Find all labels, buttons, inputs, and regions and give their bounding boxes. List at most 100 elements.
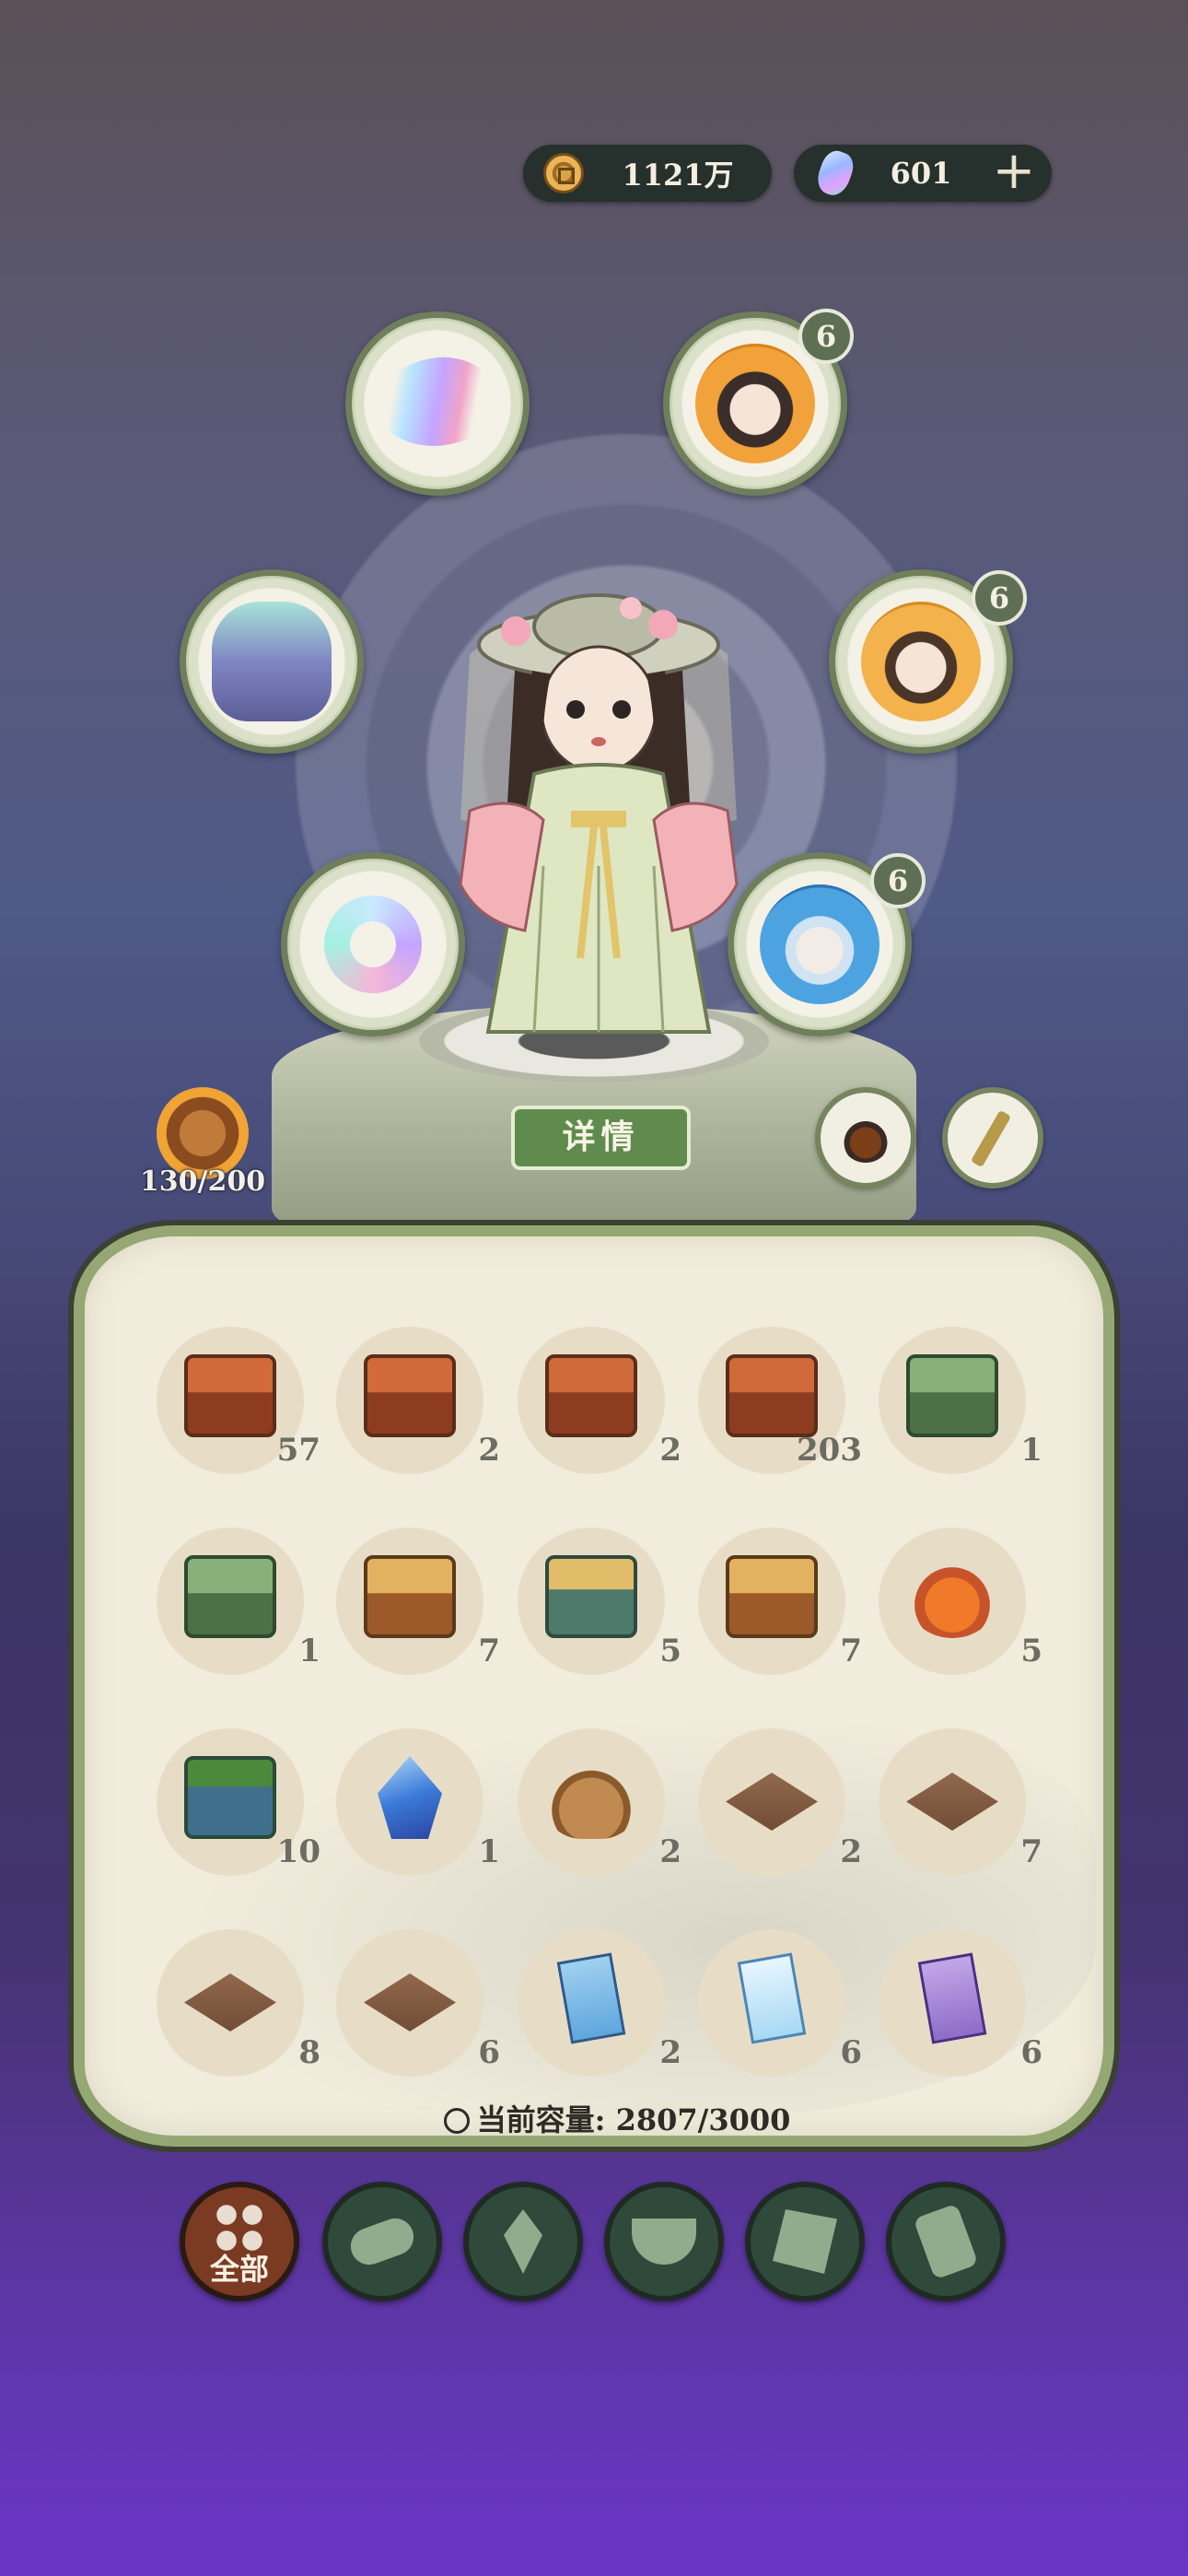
- brown-treasure-chest-icon: [364, 1555, 456, 1638]
- companion-portrait-icon: [861, 602, 981, 721]
- item-count: 2: [659, 2034, 681, 2071]
- capacity-indicator: 当前容量: 2807/3000: [442, 2097, 792, 2139]
- blade-icon: [361, 330, 514, 477]
- item-count: 6: [840, 2034, 862, 2071]
- capacity-label: 当前容量:: [476, 2102, 606, 2137]
- inventory-item[interactable]: 7: [336, 1528, 500, 1675]
- add-gems-button[interactable]: +: [991, 146, 1037, 197]
- item-count: 6: [1020, 2034, 1042, 2071]
- item-count: 7: [478, 1633, 500, 1669]
- blue-scroll-icon: [556, 1952, 626, 2044]
- green-treasure-chest-icon: [906, 1354, 998, 1437]
- rice-bowl-icon: [632, 2219, 696, 2265]
- inventory-item[interactable]: 7: [879, 1728, 1042, 1876]
- inventory-item[interactable]: 6: [698, 1929, 862, 2077]
- tab-all[interactable]: 全部: [180, 2182, 299, 2301]
- item-count: 2: [659, 1833, 681, 1870]
- capacity-icon: [443, 2108, 470, 2134]
- red-treasure-chest-icon: [364, 1354, 456, 1437]
- inventory-item[interactable]: 1: [157, 1528, 320, 1675]
- item-count: 1: [478, 1833, 500, 1870]
- companion-3-level-badge: 6: [870, 853, 926, 908]
- gem-amount: 601: [890, 156, 952, 191]
- inventory-item[interactable]: 1: [336, 1728, 500, 1876]
- green-treasure-chest-icon: [184, 1555, 276, 1638]
- tab-food[interactable]: [604, 2182, 724, 2301]
- red-treasure-chest-icon: [184, 1354, 276, 1437]
- inventory-item[interactable]: 6: [336, 1929, 500, 2077]
- item-count: 2: [478, 1432, 500, 1469]
- item-count: 7: [1020, 1833, 1042, 1870]
- inventory-item[interactable]: 6: [879, 1929, 1042, 2077]
- wooden-plate-icon: [364, 1973, 456, 2032]
- coin-icon: [543, 153, 584, 193]
- blue-crystal-icon: [378, 1756, 442, 1839]
- item-count: 10: [276, 1833, 320, 1870]
- item-count: 5: [659, 1633, 681, 1669]
- tab-all-label: 全部: [209, 2252, 269, 2287]
- purple-scroll-icon: [917, 1952, 987, 2044]
- tab-maps[interactable]: [745, 2182, 865, 2301]
- inventory-item[interactable]: 203: [698, 1327, 862, 1474]
- inventory-item[interactable]: 2: [518, 1929, 681, 2077]
- companion-slot-2[interactable]: 6: [829, 569, 1027, 754]
- red-treasure-chest-icon: [545, 1354, 637, 1437]
- armor-icon: [212, 602, 332, 721]
- item-count: 7: [840, 1633, 862, 1669]
- leaf-icon: [504, 2209, 542, 2274]
- bamboo-icon: [970, 1109, 1012, 1168]
- scroll-icon: [913, 2203, 979, 2280]
- inventory-item[interactable]: 57: [157, 1327, 320, 1474]
- log-icon: [345, 2213, 419, 2270]
- tab-herbs[interactable]: [463, 2182, 583, 2301]
- inventory-item[interactable]: 2: [518, 1327, 681, 1474]
- item-count: 2: [659, 1432, 681, 1469]
- inventory-item[interactable]: 8: [157, 1929, 320, 2077]
- chestnut-bowl-icon: [841, 1113, 891, 1163]
- companion-portrait-icon: [760, 884, 879, 1004]
- ring-icon: [324, 896, 422, 993]
- wooden-plate-icon: [184, 1973, 276, 2032]
- brown-treasure-chest-icon: [726, 1555, 818, 1638]
- inventory-item[interactable]: 10: [157, 1728, 320, 1876]
- item-count: 203: [797, 1432, 862, 1469]
- companion-portrait-icon: [695, 344, 815, 463]
- stamina-value: 130/200: [139, 1165, 266, 1198]
- hero-character[interactable]: [433, 516, 764, 1050]
- companion-1-level-badge: 6: [798, 309, 854, 364]
- tab-materials[interactable]: [322, 2182, 442, 2301]
- weapon-slot[interactable]: [345, 311, 530, 496]
- inventory-item[interactable]: 7: [698, 1528, 862, 1675]
- armor-slot[interactable]: [180, 569, 364, 754]
- item-count: 57: [276, 1432, 320, 1469]
- companion-slot-3[interactable]: 6: [728, 852, 926, 1036]
- cloth-sack-icon: [545, 1756, 637, 1839]
- map-icon: [773, 2209, 837, 2274]
- red-treasure-chest-icon: [726, 1354, 818, 1437]
- item-count: 1: [298, 1633, 320, 1669]
- palm-treasure-chest-icon: [184, 1756, 276, 1839]
- inventory-item[interactable]: 2: [698, 1728, 862, 1876]
- inventory-item[interactable]: 2: [518, 1728, 681, 1876]
- inventory-item[interactable]: 5: [518, 1528, 681, 1675]
- teal-treasure-chest-icon: [545, 1555, 637, 1638]
- ice-scroll-icon: [737, 1952, 807, 2044]
- accessory-slot[interactable]: [942, 1087, 1043, 1188]
- item-count: 5: [1020, 1633, 1042, 1669]
- inventory-item[interactable]: 1: [879, 1327, 1042, 1474]
- item-count: 2: [840, 1833, 862, 1870]
- capacity-value: 2807/3000: [615, 2102, 791, 2137]
- ring-slot[interactable]: [281, 852, 465, 1036]
- coin-amount: 1121万: [622, 158, 734, 193]
- details-button[interactable]: 详情: [511, 1106, 691, 1170]
- companion-2-level-badge: 6: [972, 570, 1027, 626]
- inventory-item[interactable]: 5: [879, 1528, 1042, 1675]
- companion-slot-1[interactable]: 6: [663, 309, 854, 496]
- wooden-plate-icon: [726, 1773, 818, 1831]
- food-slot[interactable]: [815, 1087, 916, 1188]
- item-count: 6: [478, 2034, 500, 2071]
- inventory-item[interactable]: 2: [336, 1327, 500, 1474]
- tab-scrolls[interactable]: [886, 2182, 1006, 2301]
- item-count: 1: [1020, 1432, 1042, 1469]
- gem-display: 601 +: [794, 145, 1052, 202]
